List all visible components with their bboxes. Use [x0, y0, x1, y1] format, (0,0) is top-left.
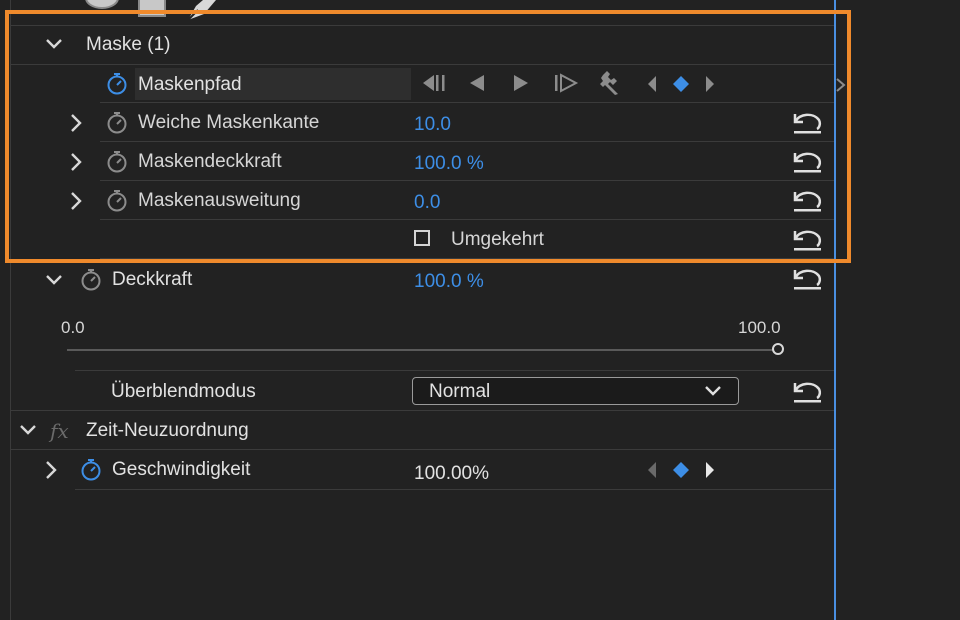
mask-expansion-label: Maskenausweitung: [138, 190, 301, 211]
keyframe-diamond-icon[interactable]: [672, 461, 690, 479]
inverted-checkbox[interactable]: [414, 230, 430, 246]
stopwatch-icon[interactable]: [106, 72, 128, 96]
previous-keyframe-arrow-icon[interactable]: [646, 75, 658, 93]
speed-label: Geschwindigkeit: [112, 459, 251, 480]
divider: [100, 180, 834, 181]
reset-icon[interactable]: [791, 266, 823, 290]
stopwatch-icon[interactable]: [106, 111, 128, 135]
divider: [10, 410, 834, 411]
chevron-down-icon: [705, 385, 721, 397]
reset-icon[interactable]: [791, 227, 823, 251]
reset-icon[interactable]: [791, 110, 823, 134]
mask-group-title: Maske (1): [86, 34, 171, 55]
divider: [100, 258, 834, 259]
pen-tool-icon[interactable]: [186, 0, 218, 22]
keyframe-diamond-icon[interactable]: [672, 75, 690, 93]
reset-icon[interactable]: [791, 149, 823, 173]
divider: [10, 25, 834, 26]
time-remap-label: Zeit-Neuzuordnung: [86, 420, 249, 441]
chevron-right-icon[interactable]: [70, 153, 82, 171]
timeline-expand-arrow-icon[interactable]: [836, 78, 846, 92]
opacity-value[interactable]: 100.0 %: [414, 271, 484, 293]
chevron-down-icon[interactable]: [46, 38, 62, 50]
divider: [100, 102, 834, 103]
chevron-right-icon[interactable]: [70, 114, 82, 132]
slider-max-label: 100.0: [738, 318, 781, 337]
divider: [100, 219, 834, 220]
feather-value[interactable]: 10.0: [414, 114, 451, 136]
mask-path-label: Maskenpfad: [138, 74, 242, 95]
divider: [75, 489, 834, 490]
playhead-line[interactable]: [834, 0, 836, 620]
next-keyframe-arrow-icon[interactable]: [704, 75, 716, 93]
stopwatch-icon[interactable]: [106, 150, 128, 174]
chevron-right-icon[interactable]: [45, 461, 57, 479]
previous-keyframe-arrow-icon[interactable]: [646, 461, 658, 479]
reset-icon[interactable]: [791, 379, 823, 403]
go-to-previous-keyframe-icon[interactable]: [422, 74, 446, 92]
stopwatch-icon[interactable]: [80, 458, 102, 482]
opacity-label: Deckkraft: [112, 269, 193, 290]
chevron-right-icon[interactable]: [70, 192, 82, 210]
mask-expansion-value[interactable]: 0.0: [414, 192, 440, 214]
blend-mode-dropdown[interactable]: Normal: [412, 377, 739, 405]
ellipse-mask-icon[interactable]: [84, 0, 120, 18]
mask-opacity-label: Maskendeckkraft: [138, 151, 282, 172]
blend-mode-label: Überblendmodus: [111, 381, 256, 402]
fx-icon[interactable]: fx: [50, 419, 69, 443]
mask-opacity-value[interactable]: 100.0 %: [414, 153, 484, 175]
play-forward-icon[interactable]: [512, 74, 530, 92]
slider-min-label: 0.0: [61, 318, 85, 337]
feather-label: Weiche Maskenkante: [138, 112, 320, 133]
divider: [75, 370, 834, 371]
opacity-slider-track[interactable]: [67, 349, 777, 351]
divider: [100, 141, 834, 142]
opacity-slider-thumb[interactable]: [772, 343, 784, 355]
go-to-next-keyframe-icon[interactable]: [554, 73, 579, 93]
blend-mode-selected: Normal: [429, 381, 491, 402]
stopwatch-icon[interactable]: [80, 268, 102, 292]
play-backward-icon[interactable]: [468, 74, 486, 92]
divider: [10, 64, 834, 65]
reset-icon[interactable]: [791, 188, 823, 212]
left-indent-guide: [10, 0, 11, 620]
inverted-label: Umgekehrt: [451, 229, 544, 250]
rectangle-mask-icon[interactable]: [138, 0, 168, 22]
next-keyframe-arrow-icon[interactable]: [704, 461, 716, 479]
divider: [10, 449, 834, 450]
chevron-down-icon[interactable]: [46, 274, 62, 286]
speed-value[interactable]: 100.00%: [414, 463, 489, 485]
stopwatch-icon[interactable]: [106, 189, 128, 213]
chevron-down-icon[interactable]: [20, 424, 36, 436]
wrench-icon[interactable]: [600, 71, 624, 95]
